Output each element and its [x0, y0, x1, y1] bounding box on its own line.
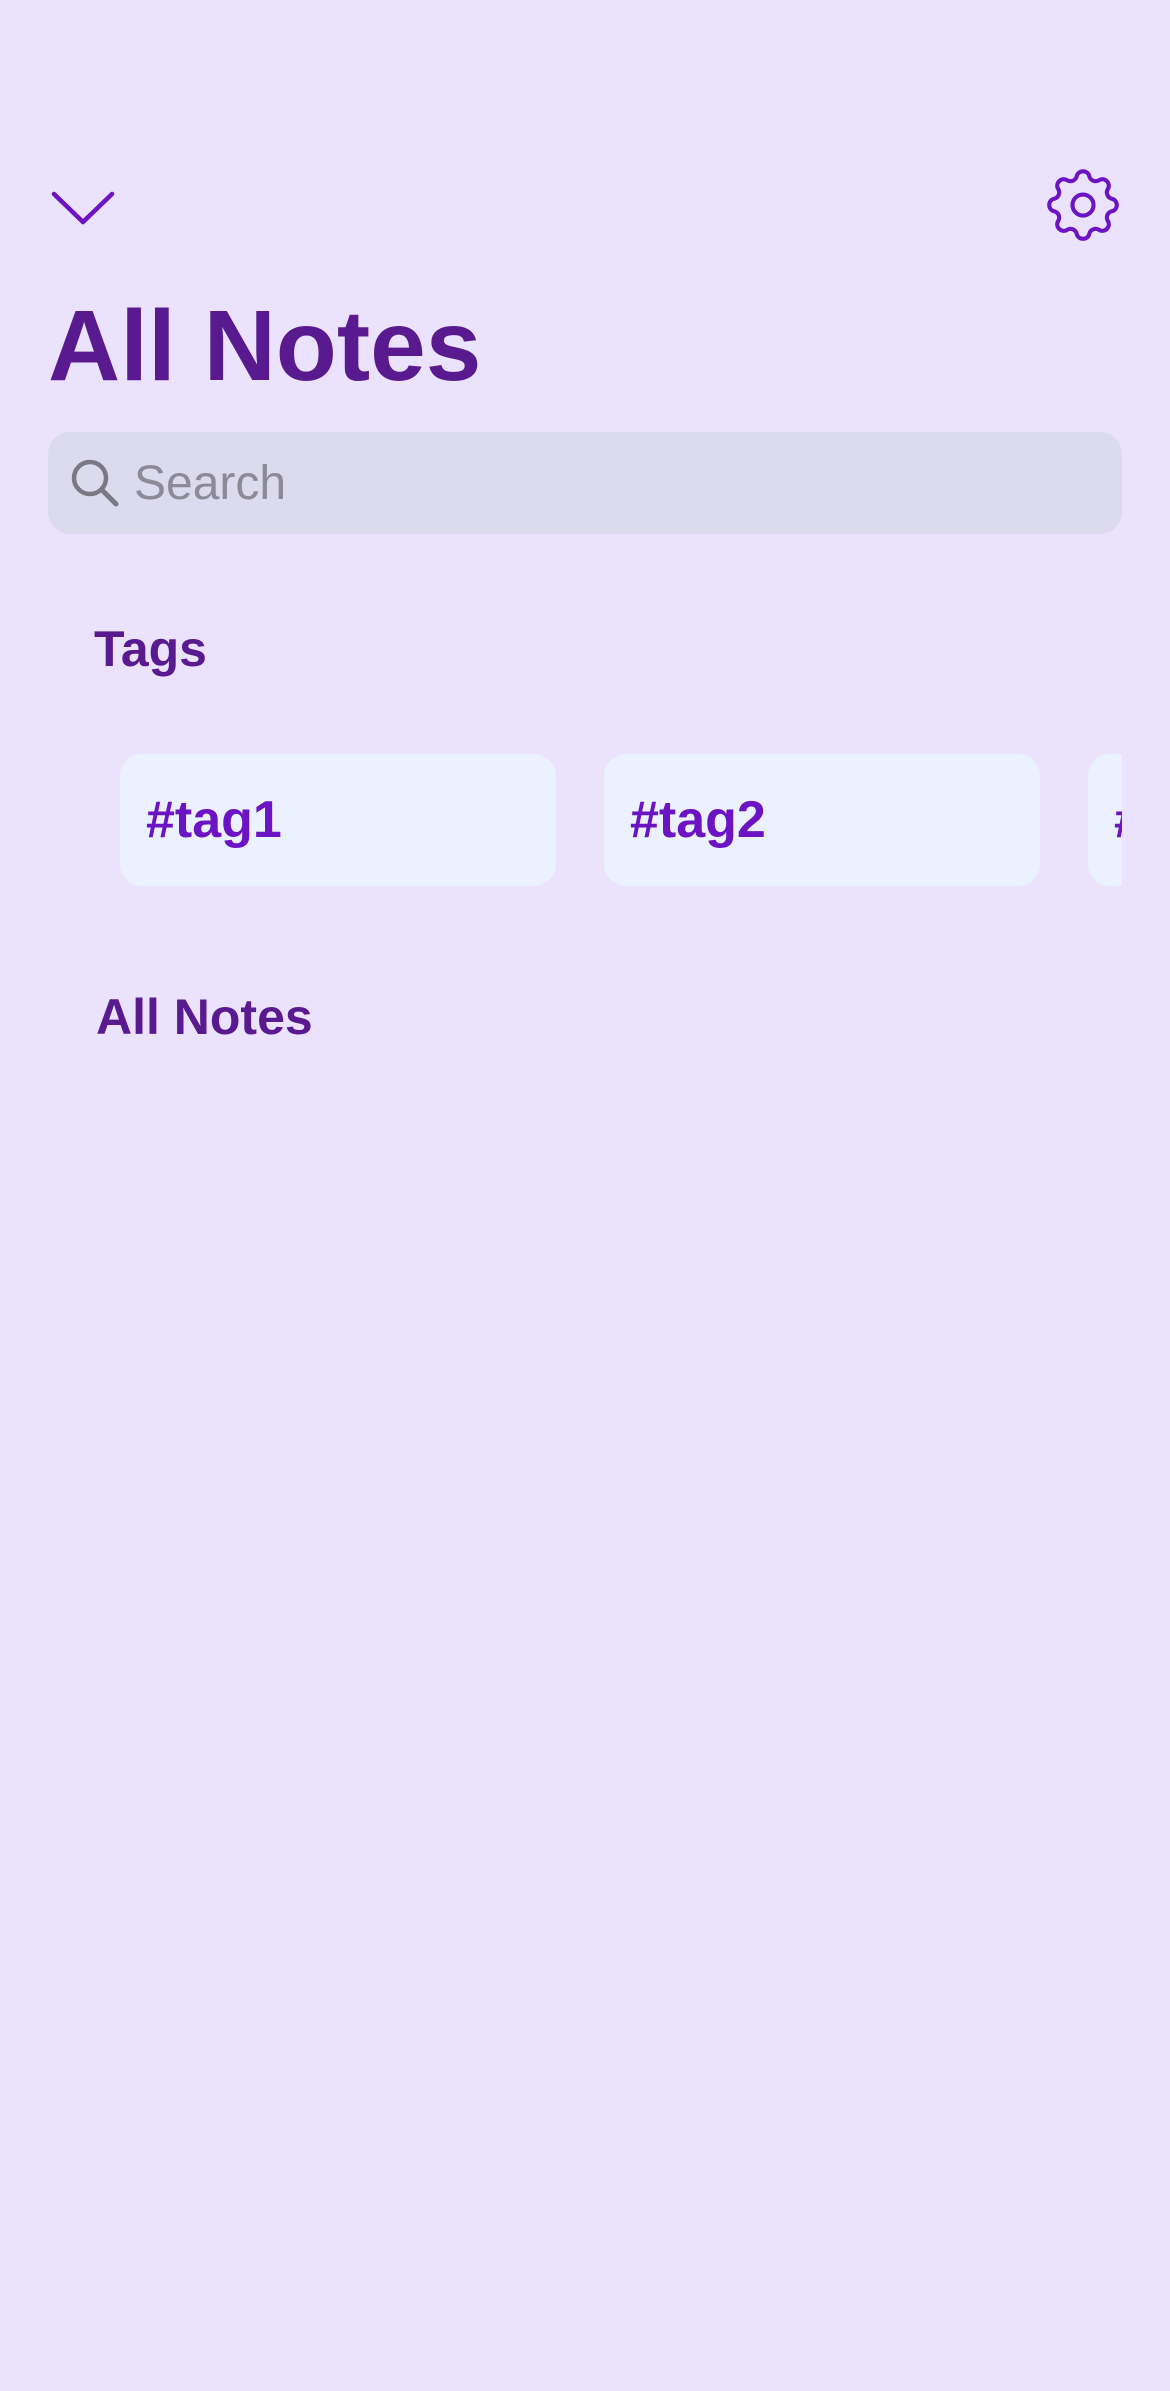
top-bar: [0, 160, 1170, 250]
tag-chip[interactable]: #tag2: [604, 754, 1040, 886]
chevron-down-icon: [51, 191, 115, 225]
tags-carousel[interactable]: #tag1 #tag2 #: [48, 754, 1122, 886]
page-title: All Notes: [48, 290, 482, 402]
tag-chip[interactable]: #tag1: [120, 754, 556, 886]
search-input[interactable]: [134, 432, 1094, 534]
tag-chip[interactable]: #: [1088, 754, 1122, 886]
notes-section-title: All Notes: [96, 989, 313, 1045]
settings-button[interactable]: [1038, 160, 1128, 250]
tags-section-title: Tags: [94, 621, 207, 677]
tags-row: #tag1 #tag2 #: [120, 754, 1122, 886]
notes-list: [48, 1080, 1122, 2280]
collapse-button[interactable]: [48, 184, 118, 234]
search-bar[interactable]: [48, 432, 1122, 534]
gear-icon: [1047, 169, 1119, 241]
search-icon: [71, 459, 119, 507]
